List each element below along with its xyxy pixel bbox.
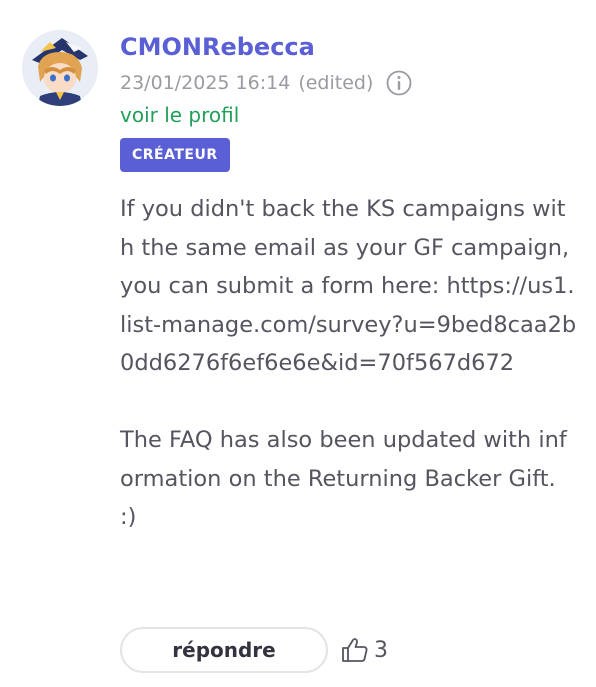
comment-paragraph: The FAQ has also been updated with infor… [120, 427, 567, 530]
username-link[interactable]: CMONRebecca [120, 30, 576, 64]
creator-badge: CRÉATEUR [120, 138, 230, 172]
comment-paragraph: If you didn't back the KS campaigns with… [120, 196, 577, 376]
avatar[interactable] [22, 30, 98, 106]
comment-content: CMONRebecca 23/01/2025 16:14 (edited) vo… [120, 30, 576, 537]
comment-meta: 23/01/2025 16:14 (edited) [120, 66, 576, 100]
thumbs-up-icon [342, 638, 368, 662]
comment-card: CMONRebecca 23/01/2025 16:14 (edited) vo… [0, 0, 596, 687]
edited-label: (edited) [298, 72, 374, 94]
timestamp: 23/01/2025 16:14 [120, 72, 291, 94]
info-icon[interactable] [385, 69, 413, 97]
like-count: 3 [374, 637, 388, 663]
like-button[interactable]: 3 [340, 635, 388, 665]
comment-body: If you didn't back the KS campaigns with… [120, 190, 578, 537]
profile-link[interactable]: voir le profil [120, 100, 576, 130]
reply-button[interactable]: répondre [120, 627, 328, 673]
comment-actions: répondre 3 [120, 626, 388, 674]
